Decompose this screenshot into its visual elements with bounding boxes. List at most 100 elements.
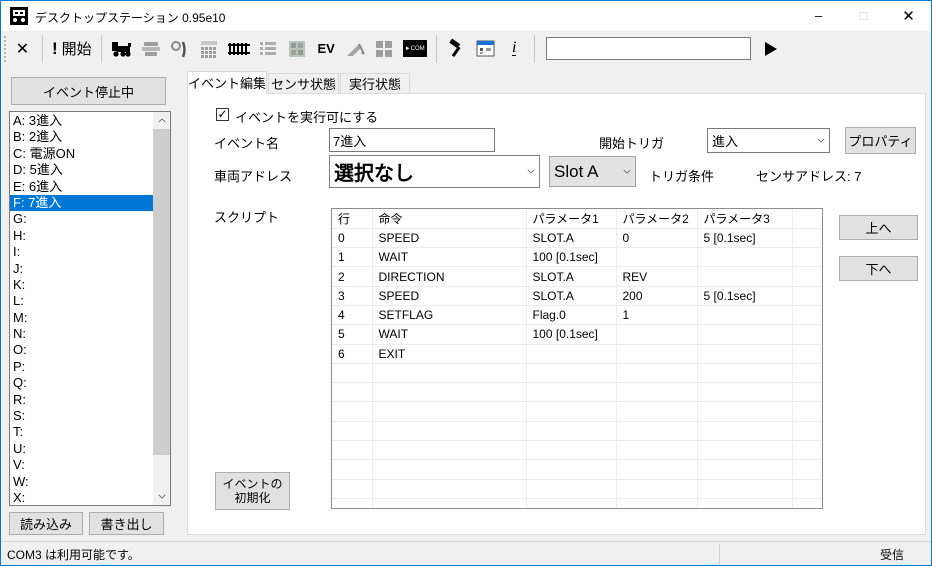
table-cell[interactable]	[792, 266, 822, 287]
list-item[interactable]: C: 電源ON	[10, 146, 153, 162]
list-item[interactable]: H:	[10, 228, 153, 244]
table-cell[interactable]	[792, 228, 822, 249]
list-item[interactable]: W:	[10, 474, 153, 490]
listbox-scrollbar[interactable]	[153, 112, 170, 505]
list-item[interactable]: F: 7進入	[10, 194, 153, 212]
table-cell[interactable]: 4	[332, 305, 373, 326]
keypad-button[interactable]	[196, 35, 223, 62]
scroll-down-button[interactable]	[153, 488, 170, 505]
slot-select[interactable]: Slot A	[549, 156, 636, 187]
table-cell[interactable]	[792, 344, 822, 364]
table-cell[interactable]	[697, 305, 793, 326]
table-row[interactable]: 4 SETFLAG Flag.0 1	[332, 305, 822, 326]
table-cell[interactable]: SPEED	[372, 228, 527, 249]
table-cell[interactable]	[526, 440, 617, 461]
table-cell[interactable]	[526, 421, 617, 442]
list-item[interactable]: I:	[10, 244, 153, 260]
table-cell[interactable]: 5 [0.1sec]	[697, 286, 793, 306]
table-cell[interactable]: SLOT.A	[526, 286, 617, 306]
table-cell[interactable]	[792, 498, 822, 508]
table-cell[interactable]: 5	[332, 324, 373, 345]
table-cell[interactable]: 1	[616, 305, 698, 326]
table-cell[interactable]: SLOT.A	[526, 228, 617, 249]
move-down-button[interactable]: 下へ	[839, 256, 918, 281]
table-row[interactable]: 2 DIRECTION SLOT.A REV	[332, 266, 822, 287]
table-cell[interactable]: 6	[332, 344, 373, 364]
table-cell[interactable]	[332, 498, 373, 508]
vehicle-address-select[interactable]: 選択なし	[329, 155, 540, 188]
event-listbox[interactable]: A: 3進入 B: 2進入 C: 電源ON D: 5進入 E: 6進入 F: 7進入 G: H…	[9, 111, 171, 506]
table-cell[interactable]	[332, 459, 373, 480]
list-item[interactable]: U:	[10, 441, 153, 457]
table-cell[interactable]: WAIT	[372, 324, 527, 345]
table-cell[interactable]	[792, 421, 822, 442]
table-empty-row[interactable]	[332, 421, 822, 442]
table-cell[interactable]	[526, 479, 617, 499]
scroll-up-button[interactable]	[153, 112, 170, 129]
table-cell[interactable]	[332, 421, 373, 442]
table-cell[interactable]	[792, 401, 822, 422]
table-cell[interactable]	[616, 421, 698, 442]
table-cell[interactable]	[792, 382, 822, 403]
table-cell[interactable]	[526, 382, 617, 403]
table-cell[interactable]	[526, 363, 617, 384]
window-dialog-button[interactable]	[472, 35, 499, 62]
list-item[interactable]: A: 3進入	[10, 113, 153, 129]
table-cell[interactable]: SPEED	[372, 286, 527, 306]
table-cell[interactable]: 0	[332, 228, 373, 249]
table-cell[interactable]: 3	[332, 286, 373, 306]
table-cell[interactable]	[372, 479, 527, 499]
table-cell[interactable]	[792, 305, 822, 326]
table-cell[interactable]	[616, 247, 698, 268]
tab-event-edit[interactable]: イベント編集	[187, 71, 267, 94]
table-cell[interactable]	[792, 479, 822, 499]
table-cell[interactable]	[697, 324, 793, 345]
list-item[interactable]: D: 5進入	[10, 162, 153, 178]
list-item[interactable]: Q:	[10, 375, 153, 391]
table-cell[interactable]	[616, 479, 698, 499]
table-cell[interactable]	[372, 421, 527, 442]
table-row[interactable]: 6 EXIT	[332, 344, 822, 364]
table-cell[interactable]	[332, 363, 373, 384]
com-button[interactable]: ►COM	[400, 35, 430, 62]
table-cell[interactable]	[792, 324, 822, 345]
table-cell[interactable]	[697, 382, 793, 403]
blocks-button[interactable]	[371, 35, 398, 62]
table-cell[interactable]	[697, 344, 793, 364]
table-row[interactable]: 3 SPEED SLOT.A 200 5 [0.1sec]	[332, 286, 822, 306]
tab-sensor-status[interactable]: センサ状態	[268, 73, 339, 94]
list-item[interactable]: K:	[10, 277, 153, 293]
start-button[interactable]: ! 開始	[49, 35, 95, 62]
table-empty-row[interactable]	[332, 459, 822, 480]
close-button[interactable]: ✕	[886, 1, 931, 30]
table-row[interactable]: 5 WAIT 100 [0.1sec]	[332, 324, 822, 345]
table-cell[interactable]	[616, 324, 698, 345]
table-cell[interactable]: 100 [0.1sec]	[526, 247, 617, 268]
table-cell[interactable]	[697, 459, 793, 480]
table-cell[interactable]	[526, 401, 617, 422]
list-button[interactable]	[255, 35, 282, 62]
table-cell[interactable]: DIRECTION	[372, 266, 527, 287]
init-event-button[interactable]: イベントの 初期化	[215, 472, 290, 510]
stop-button[interactable]: ✕	[9, 35, 36, 62]
platform-button[interactable]	[138, 35, 165, 62]
table-cell[interactable]	[332, 440, 373, 461]
table-cell[interactable]	[616, 440, 698, 461]
list-item[interactable]: N:	[10, 326, 153, 342]
list-item[interactable]: T:	[10, 424, 153, 440]
info-button[interactable]: i	[501, 35, 528, 62]
table-cell[interactable]: SETFLAG	[372, 305, 527, 326]
table-cell[interactable]	[697, 479, 793, 499]
toolbar-grip[interactable]	[4, 35, 8, 62]
move-up-button[interactable]: 上へ	[839, 215, 918, 240]
properties-button[interactable]: プロパティ	[845, 127, 916, 154]
table-empty-row[interactable]	[332, 363, 822, 384]
table-cell[interactable]	[372, 401, 527, 422]
table-cell[interactable]: EXIT	[372, 344, 527, 364]
list-item[interactable]: E: 6進入	[10, 179, 153, 195]
table-row[interactable]: 0 SPEED SLOT.A 0 5 [0.1sec]	[332, 228, 822, 249]
table-cell[interactable]: 0	[616, 228, 698, 249]
table-empty-row[interactable]	[332, 479, 822, 499]
list-item[interactable]: P:	[10, 359, 153, 375]
table-cell[interactable]	[526, 344, 617, 364]
